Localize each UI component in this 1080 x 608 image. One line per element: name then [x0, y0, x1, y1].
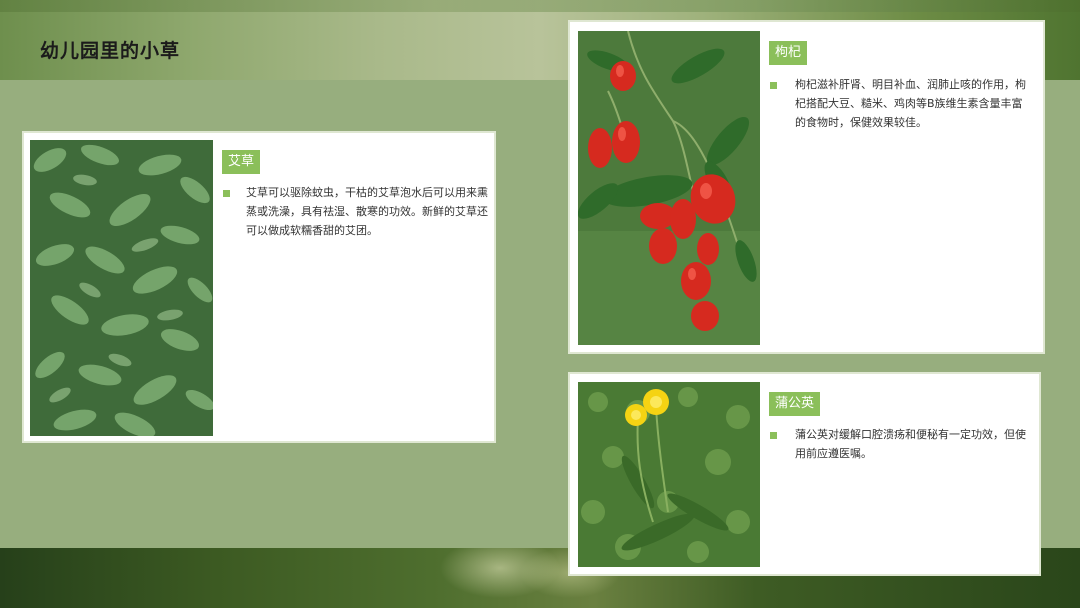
- bullet-icon: [770, 82, 777, 89]
- plant-name-label: 枸杞: [769, 41, 808, 65]
- bullet-icon: [770, 432, 777, 439]
- page-title: 幼儿园里的小草: [40, 40, 181, 62]
- bullet-icon: [223, 190, 230, 197]
- plant-card-dandelion: 蒲公英 蒲公英对缓解口腔溃疡和便秘有一定功效，但使用前应遵医嘱。: [568, 372, 1041, 576]
- plant-card-goji: 枸杞 枸杞滋补肝肾、明目补血、润肺止咳的作用，枸杞搭配大豆、糙米、鸡肉等B族维生…: [568, 20, 1045, 354]
- plant-description: 艾草可以驱除蚊虫，干枯的艾草泡水后可以用来熏蒸或洗澡，具有祛湿、散寒的功效。新鲜…: [246, 186, 488, 237]
- goji-photo: [578, 31, 760, 345]
- dandelion-photo: [578, 382, 760, 567]
- plant-name-label: 蒲公英: [769, 392, 821, 416]
- plant-description: 蒲公英对缓解口腔溃疡和便秘有一定功效，但使用前应遵医嘱。: [795, 428, 1026, 460]
- plant-name-label: 艾草: [222, 150, 261, 174]
- mugwort-photo: [30, 140, 213, 436]
- plant-card-mugwort: 艾草 艾草可以驱除蚊虫，干枯的艾草泡水后可以用来熏蒸或洗澡，具有祛湿、散寒的功效…: [22, 131, 496, 443]
- plant-description: 枸杞滋补肝肾、明目补血、润肺止咳的作用，枸杞搭配大豆、糙米、鸡肉等B族维生素含量…: [795, 78, 1026, 129]
